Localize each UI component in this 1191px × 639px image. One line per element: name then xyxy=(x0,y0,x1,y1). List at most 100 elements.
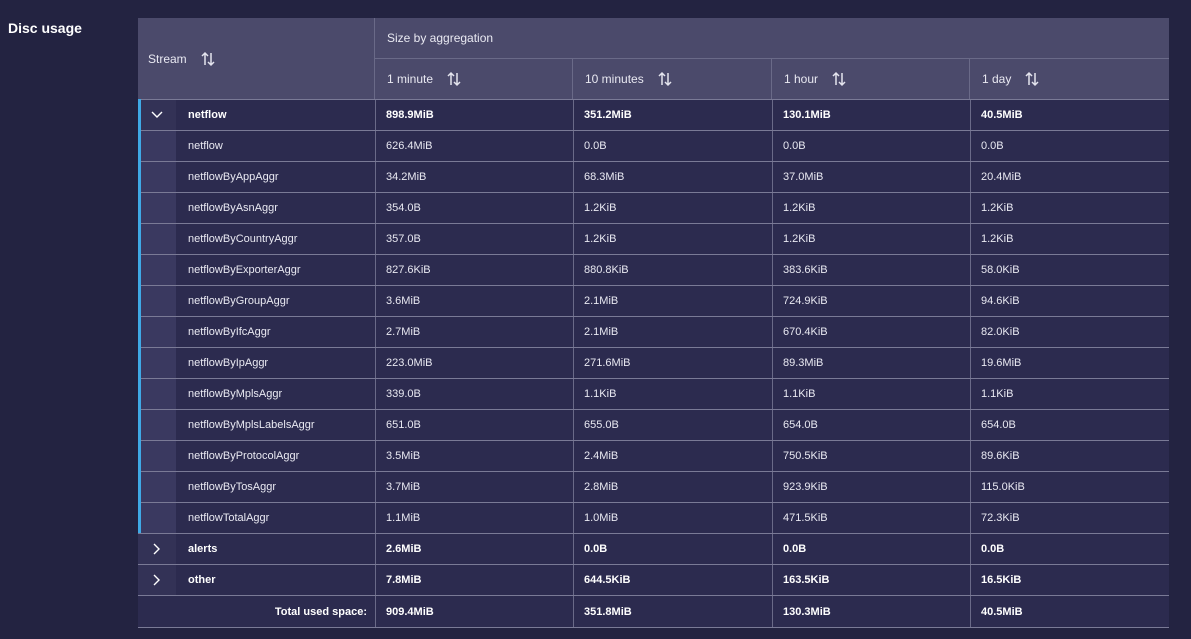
stream-name: netflowByAppAggr xyxy=(188,171,279,183)
sort-icon[interactable] xyxy=(447,71,461,87)
value-1-minute: 339.0B xyxy=(375,379,573,409)
value-10-minutes: 2.8MiB xyxy=(573,472,772,502)
value-1-day: 16.5KiB xyxy=(970,565,1169,595)
sort-icon[interactable] xyxy=(658,71,672,87)
row-spacer xyxy=(138,441,176,471)
table-header: Stream Size by aggregation 1 minute 10 m… xyxy=(138,18,1169,99)
value-1-day: 1.2KiB xyxy=(970,224,1169,254)
value-10-minutes: 880.8KiB xyxy=(573,255,772,285)
value-1-day: 82.0KiB xyxy=(970,317,1169,347)
column-header-1-minute[interactable]: 1 minute xyxy=(375,59,573,99)
value-1-minute: 1.1MiB xyxy=(375,503,573,533)
value-10-minutes: 1.2KiB xyxy=(573,224,772,254)
value-1-hour: 0.0B xyxy=(772,131,970,161)
column-header-1-day[interactable]: 1 day xyxy=(970,59,1169,99)
column-header-stream[interactable]: Stream xyxy=(138,18,375,99)
total-value-1-minute: 909.4MiB xyxy=(375,596,573,627)
value-1-day: 654.0B xyxy=(970,410,1169,440)
value-1-hour: 1.1KiB xyxy=(772,379,970,409)
chevron-right-icon[interactable] xyxy=(153,543,161,555)
value-1-day: 19.6MiB xyxy=(970,348,1169,378)
total-value-10-minutes: 351.8MiB xyxy=(573,596,772,627)
row-spacer xyxy=(138,348,176,378)
value-1-hour: 750.5KiB xyxy=(772,441,970,471)
section-title: Disc usage xyxy=(8,20,82,36)
value-1-minute: 223.0MiB xyxy=(375,348,573,378)
value-10-minutes: 1.1KiB xyxy=(573,379,772,409)
expand-toggle[interactable] xyxy=(138,100,176,130)
value-1-minute: 34.2MiB xyxy=(375,162,573,192)
chevron-right-icon[interactable] xyxy=(153,574,161,586)
expand-toggle[interactable] xyxy=(138,565,176,595)
value-1-hour: 923.9KiB xyxy=(772,472,970,502)
total-value-1-day: 40.5MiB xyxy=(970,596,1169,627)
stream-name: netflowByIfcAggr xyxy=(188,326,271,338)
group-row[interactable]: alerts 2.6MiB 0.0B 0.0B 0.0B xyxy=(138,533,1169,564)
table-row: netflowByProtocolAggr 3.5MiB 2.4MiB 750.5Ki… xyxy=(138,440,1169,471)
column-group-size-by-aggregation: Size by aggregation xyxy=(375,18,1169,59)
table-row: netflowByAsnAggr 354.0B 1.2KiB 1.2KiB 1.2KiB xyxy=(138,192,1169,223)
total-label: Total used space: xyxy=(274,605,367,618)
value-1-minute: 354.0B xyxy=(375,193,573,223)
value-10-minutes: 271.6MiB xyxy=(573,348,772,378)
value-1-day: 1.2KiB xyxy=(970,193,1169,223)
stream-name: alerts xyxy=(188,543,218,555)
value-1-minute: 898.9MiB xyxy=(375,100,573,130)
value-1-hour: 670.4KiB xyxy=(772,317,970,347)
column-header-1-hour[interactable]: 1 hour xyxy=(772,59,970,99)
row-spacer xyxy=(138,224,176,254)
stream-name: netflow xyxy=(188,140,223,152)
row-spacer xyxy=(138,379,176,409)
value-10-minutes: 0.0B xyxy=(573,534,772,564)
value-10-minutes: 2.1MiB xyxy=(573,286,772,316)
table-row: netflowTotalAggr 1.1MiB 1.0MiB 471.5KiB 72.3… xyxy=(138,502,1169,533)
value-1-day: 94.6KiB xyxy=(970,286,1169,316)
row-spacer xyxy=(138,503,176,533)
stream-name: netflowByExporterAggr xyxy=(188,264,301,276)
row-spacer xyxy=(138,286,176,316)
stream-name: netflow xyxy=(188,109,227,121)
value-1-hour: 383.6KiB xyxy=(772,255,970,285)
stream-name: other xyxy=(188,574,216,586)
table-row: netflowByExporterAggr 827.6KiB 880.8KiB 383… xyxy=(138,254,1169,285)
value-10-minutes: 2.1MiB xyxy=(573,317,772,347)
row-spacer xyxy=(138,162,176,192)
value-10-minutes: 1.2KiB xyxy=(573,193,772,223)
value-1-day: 20.4MiB xyxy=(970,162,1169,192)
table-row: netflow 626.4MiB 0.0B 0.0B 0.0B xyxy=(138,130,1169,161)
row-spacer xyxy=(138,131,176,161)
value-1-minute: 7.8MiB xyxy=(375,565,573,595)
column-header-label: 1 hour xyxy=(784,72,819,86)
expand-toggle[interactable] xyxy=(138,534,176,564)
column-header-10-minutes[interactable]: 10 minutes xyxy=(573,59,772,99)
value-1-hour: 654.0B xyxy=(772,410,970,440)
value-1-minute: 626.4MiB xyxy=(375,131,573,161)
value-1-minute: 2.6MiB xyxy=(375,534,573,564)
chevron-down-icon[interactable] xyxy=(151,111,163,119)
table-row: netflowByIpAggr 223.0MiB 271.6MiB 89.3MiB 19… xyxy=(138,347,1169,378)
sort-icon[interactable] xyxy=(201,51,215,67)
stream-name: netflowByGroupAggr xyxy=(188,295,290,307)
total-row: Total used space: 909.4MiB 351.8MiB 130.… xyxy=(138,595,1169,628)
value-1-hour: 0.0B xyxy=(772,534,970,564)
sort-icon[interactable] xyxy=(1025,71,1039,87)
expanded-group-indicator xyxy=(138,99,141,533)
value-10-minutes: 655.0B xyxy=(573,410,772,440)
value-1-day: 115.0KiB xyxy=(970,472,1169,502)
value-1-hour: 37.0MiB xyxy=(772,162,970,192)
stream-name: netflowByCountryAggr xyxy=(188,233,298,245)
row-spacer xyxy=(138,472,176,502)
sort-icon[interactable] xyxy=(832,71,846,87)
value-1-day: 89.6KiB xyxy=(970,441,1169,471)
total-value-1-hour: 130.3MiB xyxy=(772,596,970,627)
value-1-hour: 130.1MiB xyxy=(772,100,970,130)
stream-name: netflowByProtocolAggr xyxy=(188,450,300,462)
column-header-label: 1 minute xyxy=(387,72,434,86)
stream-name: netflowTotalAggr xyxy=(188,512,270,524)
table-row: netflowByMplsLabelsAggr 651.0B 655.0B 654.0… xyxy=(138,409,1169,440)
table-row: netflowByIfcAggr 2.7MiB 2.1MiB 670.4KiB 82.0… xyxy=(138,316,1169,347)
group-row[interactable]: netflow 898.9MiB 351.2MiB 130.1MiB 40.5MiB xyxy=(138,99,1169,130)
group-row[interactable]: other 7.8MiB 644.5KiB 163.5KiB 16.5KiB xyxy=(138,564,1169,595)
table-row: netflowByTosAggr 3.7MiB 2.8MiB 923.9KiB 115.… xyxy=(138,471,1169,502)
value-1-day: 58.0KiB xyxy=(970,255,1169,285)
